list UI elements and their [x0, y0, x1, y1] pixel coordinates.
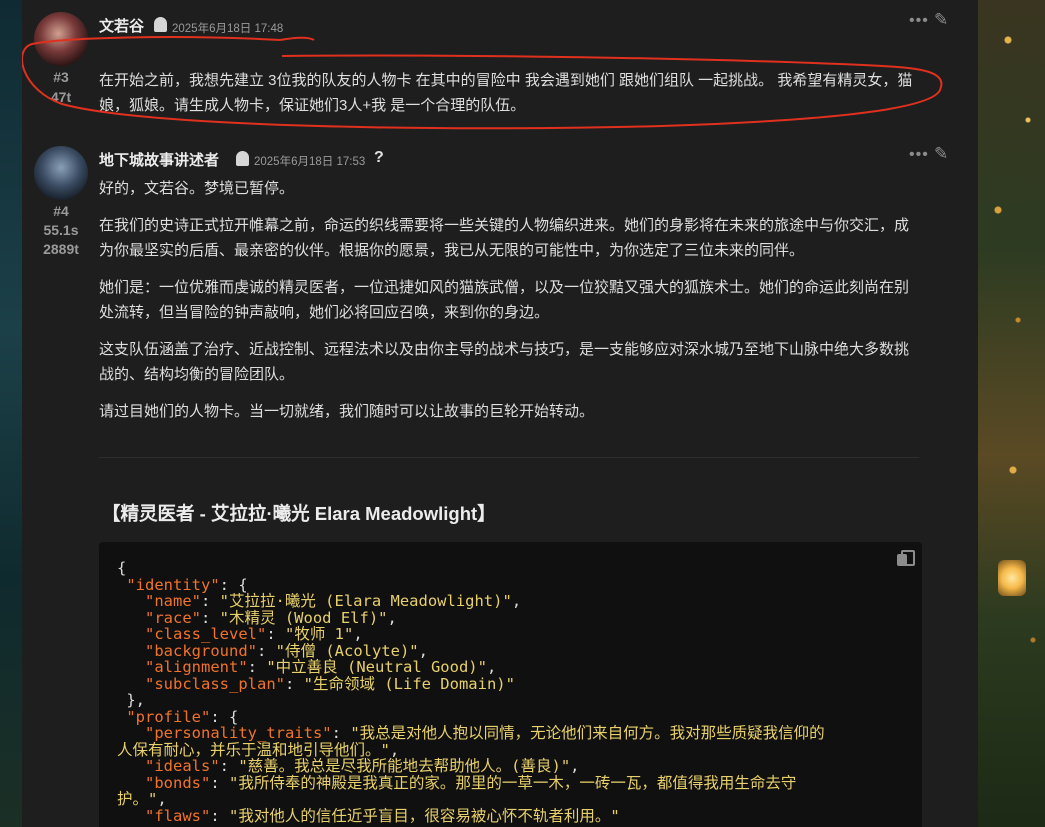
- lantern-decoration: [998, 560, 1026, 596]
- copy-icon[interactable]: [897, 550, 915, 566]
- post-body: 好的，文若谷。梦境已暂停。 在我们的史诗正式拉开帷幕之前，命运的织线需要将一些关…: [99, 176, 919, 436]
- token-count: 2889t: [43, 241, 79, 257]
- json-key: "background": [145, 641, 257, 660]
- post-paragraph: 请过目她们的人物卡。当一切就绪，我们随时可以让故事的巨轮开始转动。: [99, 403, 595, 420]
- json-value: "中立善良 (Neutral Good)": [266, 658, 487, 676]
- background-right-strip: [978, 0, 1045, 827]
- post-paragraph: 好的，文若谷。梦境已暂停。: [99, 180, 295, 197]
- post-paragraph: 在我们的史诗正式拉开帷幕之前，命运的织线需要将一些关键的人物编织进来。她们的身影…: [99, 217, 910, 259]
- post-paragraph: 这支队伍涵盖了治疗、近战控制、远程法术以及由你主导的战术与技巧，是一支能够应对深…: [99, 341, 910, 383]
- json-key: "personality_traits": [145, 724, 332, 742]
- post-4: #4 55.1s 2889t 地下城故事讲述者 2025年6月18日 17:53…: [22, 0, 978, 827]
- avatar[interactable]: [34, 146, 88, 200]
- ghost-icon: [236, 151, 249, 166]
- post-date[interactable]: 2025年6月18日 17:53: [254, 153, 365, 169]
- json-key: "ideals": [145, 757, 220, 775]
- json-code: { "identity": { "name": "艾拉拉·曦光 (Elara M…: [117, 559, 825, 825]
- pencil-icon[interactable]: ✎: [934, 144, 948, 164]
- json-value: "木精灵 (Wood Elf)": [219, 608, 388, 627]
- json-value: "慈善。我总是尽我所能地去帮助他人。(善良)": [238, 757, 571, 775]
- json-key: "race": [145, 608, 201, 627]
- json-value: "牧师 1": [285, 625, 354, 643]
- json-key: "subclass_plan": [145, 674, 285, 693]
- json-key: "bonds": [145, 773, 211, 792]
- json-value: "我所侍奉的神殿是我真正的家。那里的一草一木，一砖一瓦，都值得我用生命去守: [229, 773, 797, 792]
- json-value: "我对他人的信任近乎盲目，很容易被心怀不轨者利用。": [229, 806, 620, 825]
- background-left-strip: [0, 0, 22, 827]
- code-block[interactable]: { "identity": { "name": "艾拉拉·曦光 (Elara M…: [99, 542, 922, 827]
- divider: [99, 457, 919, 458]
- json-value: "艾拉拉·曦光 (Elara Meadowlight)": [219, 592, 512, 610]
- reading-time: 55.1s: [43, 222, 79, 238]
- json-value: "我总是对他人抱以同情，无论他们来自何方。我对那些质疑我信仰的: [350, 724, 825, 742]
- post-number[interactable]: #4: [34, 202, 88, 221]
- forum-thread: #3 47t 文若谷 2025年6月18日 17:48 ••• ✎ 在开始之前，…: [22, 0, 978, 827]
- json-value: 人保有耐心，并乐于温和地引导他们。": [117, 740, 390, 759]
- json-key: "class_level": [145, 625, 267, 643]
- username[interactable]: 地下城故事讲述者: [99, 149, 219, 170]
- json-key: "name": [145, 592, 201, 610]
- json-value: "生命领域 (Life Domain)": [303, 674, 515, 693]
- json-key: "alignment": [145, 658, 248, 676]
- json-key: "flaws": [145, 806, 211, 825]
- question-mark[interactable]: ?: [374, 149, 384, 167]
- more-horizontal-icon[interactable]: •••: [909, 146, 929, 164]
- json-key: "profile": [126, 707, 211, 726]
- json-value: "侍僧 (Acolyte)": [275, 641, 419, 660]
- section-heading: 【精灵医者 - 艾拉拉·曦光 Elara Meadowlight】: [102, 503, 496, 524]
- json-value: 护。": [117, 790, 158, 808]
- post-paragraph: 她们是：一位优雅而虔诚的精灵医者，一位迅捷如风的猫族武僧，以及一位狡黠又强大的狐…: [99, 279, 910, 321]
- json-key: "identity": [126, 575, 220, 594]
